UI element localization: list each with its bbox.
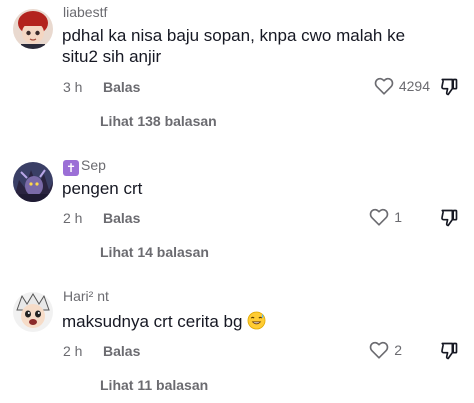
dislike-button[interactable] xyxy=(439,77,459,102)
thumbs-down-icon xyxy=(441,209,458,227)
view-replies-link[interactable]: Lihat 138 balasan xyxy=(100,113,217,129)
reply-button[interactable]: Balas xyxy=(103,210,140,226)
comment-username[interactable]: Hari² nt xyxy=(63,288,109,304)
anime-avatar-icon xyxy=(13,292,53,332)
like-button[interactable]: 4294 xyxy=(374,77,430,95)
reply-button[interactable]: Balas xyxy=(103,79,140,95)
comment-timestamp: 3 h xyxy=(63,79,83,95)
dark-character-avatar-icon xyxy=(13,162,53,202)
heart-icon xyxy=(369,341,389,359)
comment-timestamp: 2 h xyxy=(63,210,83,226)
reply-button[interactable]: Balas xyxy=(103,343,140,359)
like-button[interactable]: 1 xyxy=(369,208,402,226)
comment-text: pdhal ka nisa baju sopan, knpa cwo malah… xyxy=(62,26,406,66)
laughing-sweat-emoji-icon xyxy=(247,311,266,330)
comment-username[interactable]: ✝ Sep xyxy=(63,157,106,176)
avatar[interactable] xyxy=(13,292,53,332)
comment-text-content: maksudnya crt cerita bg xyxy=(62,312,243,331)
like-button[interactable]: 2 xyxy=(369,341,402,359)
comment-timestamp: 2 h xyxy=(63,343,83,359)
comment-text: maksudnya crt cerita bg xyxy=(62,311,442,332)
chibi-avatar-icon xyxy=(13,9,53,49)
view-replies-link[interactable]: Lihat 14 balasan xyxy=(100,244,209,260)
heart-icon xyxy=(369,208,389,226)
thumbs-down-icon xyxy=(441,78,458,96)
heart-icon xyxy=(374,77,394,95)
username-text: Sep xyxy=(81,157,106,173)
comment-username[interactable]: liabestf xyxy=(63,4,107,20)
cross-badge-icon: ✝ xyxy=(63,160,79,176)
avatar[interactable] xyxy=(13,162,53,202)
like-count: 2 xyxy=(394,342,402,358)
dislike-button[interactable] xyxy=(439,208,459,233)
view-replies-link[interactable]: Lihat 11 balasan xyxy=(100,377,208,393)
like-count: 4294 xyxy=(398,78,430,94)
dislike-button[interactable] xyxy=(439,341,459,366)
comment-text: pengen crt xyxy=(62,179,143,198)
thumbs-down-icon xyxy=(441,342,458,360)
like-count: 1 xyxy=(394,209,402,225)
avatar[interactable] xyxy=(13,9,53,49)
